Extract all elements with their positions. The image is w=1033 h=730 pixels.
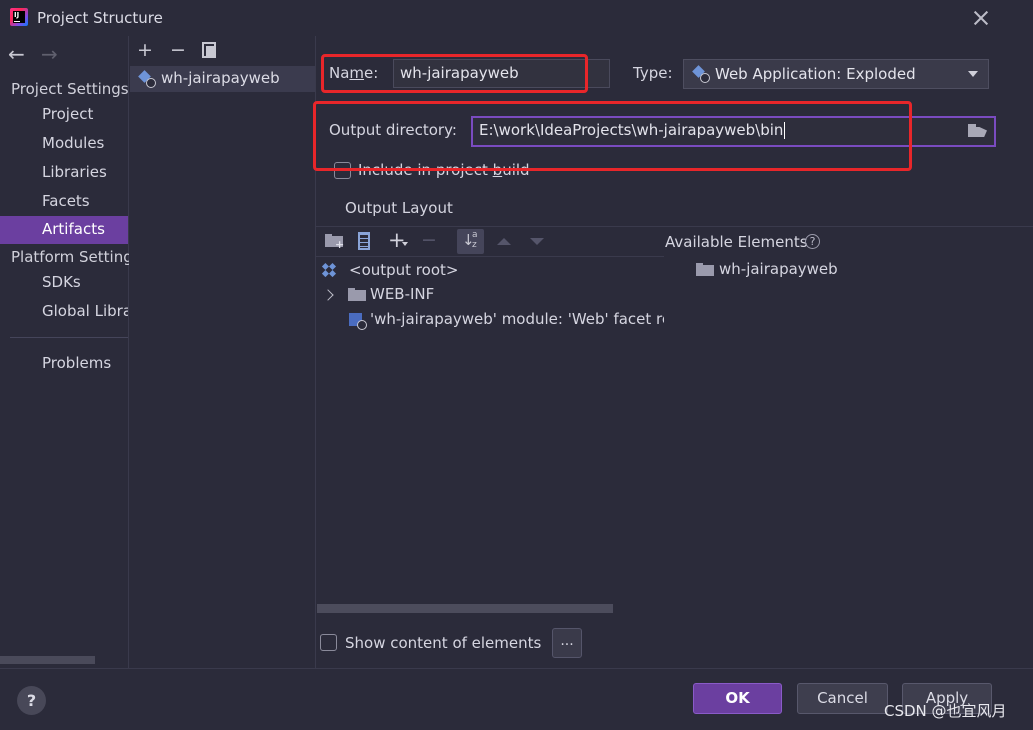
project-settings-heading: Project Settings	[11, 80, 129, 98]
nav-item-artifacts[interactable]: Artifacts	[0, 216, 128, 244]
nav-item-sdks[interactable]: SDKs	[0, 269, 128, 297]
move-down-icon[interactable]	[530, 238, 544, 245]
arrow-right-icon[interactable]: →	[41, 44, 58, 64]
web-artifact-icon	[139, 71, 156, 88]
add-icon[interactable]: +	[135, 40, 155, 60]
artifact-details-panel: Name: wh-jairapayweb Type: Web Applicati…	[313, 36, 1033, 668]
nav-item-project[interactable]: Project	[0, 101, 128, 129]
cancel-button[interactable]: Cancel	[797, 683, 888, 714]
ok-button[interactable]: OK	[693, 683, 782, 714]
nav-item-problems[interactable]: Problems	[0, 350, 128, 378]
output-layout-toolbar: + + − ↓ az Available Elements ?	[316, 226, 1033, 256]
nav-scrollbar[interactable]	[0, 656, 95, 664]
nav-divider	[10, 337, 128, 338]
settings-nav: ← → Project Settings Project Modules Lib…	[0, 36, 141, 668]
output-layout-tab[interactable]: Output Layout	[345, 199, 453, 217]
output-layout-tree: <output root> WEB-INF 'wh-jairapayweb' m…	[316, 256, 664, 608]
copy-icon[interactable]	[202, 42, 216, 58]
remove-element-icon[interactable]: −	[421, 229, 437, 251]
show-content-options-button[interactable]: ...	[552, 628, 582, 658]
type-label: Type:	[633, 64, 673, 82]
close-icon[interactable]	[969, 6, 993, 30]
output-root-icon	[326, 263, 342, 279]
folder-icon	[348, 288, 366, 301]
available-element-item[interactable]: wh-jairapayweb	[719, 260, 838, 278]
sort-icon[interactable]: ↓ az	[457, 229, 484, 254]
chevron-down-icon	[968, 71, 978, 77]
nav-item-modules[interactable]: Modules	[0, 130, 128, 158]
csdn-watermark: CSDN @也宜风月	[884, 702, 1007, 720]
tree-item-web-facet[interactable]: 'wh-jairapayweb' module: 'Web' facet res	[370, 310, 664, 328]
available-elements-label: Available Elements	[665, 233, 808, 251]
intellij-logo-icon: IJ	[10, 8, 28, 26]
artifacts-list-panel: + − wh-jairapayweb	[129, 36, 316, 668]
highlight-box-output-directory	[313, 101, 912, 171]
nav-item-facets[interactable]: Facets	[0, 188, 128, 216]
browse-folder-icon[interactable]	[968, 124, 988, 138]
help-button[interactable]: ?	[17, 686, 46, 715]
dialog-footer: ? OK Cancel Apply	[0, 668, 1033, 730]
tree-item-web-inf[interactable]: WEB-INF	[370, 285, 434, 303]
nav-item-global-libraries[interactable]: Global Libraries	[0, 298, 128, 326]
type-select-value: Web Application: Exploded	[715, 65, 916, 83]
remove-icon[interactable]: −	[168, 40, 188, 60]
web-application-icon	[693, 66, 710, 83]
artifact-list-item[interactable]: wh-jairapayweb	[130, 66, 315, 92]
move-up-icon[interactable]	[497, 238, 511, 245]
module-folder-icon	[696, 263, 714, 276]
archive-icon[interactable]	[358, 232, 370, 250]
tree-horizontal-scrollbar[interactable]	[317, 604, 613, 613]
add-dropdown-chevron-icon	[402, 242, 408, 246]
type-select[interactable]: Web Application: Exploded	[683, 59, 989, 89]
title-bar: IJ Project Structure	[0, 0, 1033, 36]
add-element-icon[interactable]: +	[388, 229, 406, 251]
web-facet-icon	[349, 313, 367, 330]
highlight-box-name	[321, 54, 588, 93]
arrow-left-icon[interactable]: ←	[8, 44, 25, 64]
show-content-checkbox[interactable]	[320, 634, 337, 651]
window-title: Project Structure	[37, 9, 163, 27]
show-content-label: Show content of elements	[345, 634, 542, 652]
artifact-list-item-label: wh-jairapayweb	[161, 69, 280, 87]
nav-item-libraries[interactable]: Libraries	[0, 159, 128, 187]
platform-settings-heading: Platform Settings	[11, 248, 141, 266]
help-icon[interactable]: ?	[805, 234, 820, 249]
chevron-right-icon[interactable]	[322, 289, 334, 301]
tree-item-output-root[interactable]: <output root>	[349, 261, 458, 279]
